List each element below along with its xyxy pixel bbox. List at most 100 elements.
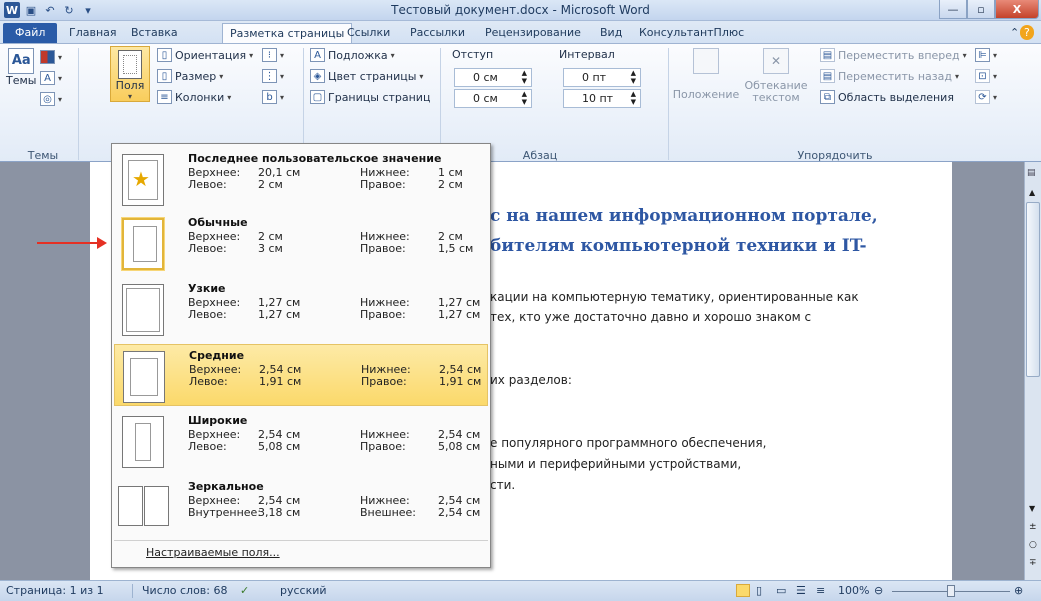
themes-group-label: Темы — [27, 149, 59, 162]
zoom-level[interactable]: 100% — [838, 584, 869, 597]
columns-label: Колонки — [175, 90, 225, 104]
scroll-thumb[interactable] — [1026, 202, 1040, 377]
spacing-before-input[interactable]: 0 пт ▲ ▼ — [563, 68, 641, 87]
minimize-button[interactable]: — — [939, 0, 967, 19]
rotate-button[interactable]: ⟳ ▾ — [975, 90, 997, 104]
orientation-icon: ▯ — [157, 48, 172, 62]
page-count-status[interactable]: Страница: 1 из 1 — [6, 584, 104, 597]
doc-heading-line2: бителям компьютерной техники и IT- — [490, 236, 867, 256]
margin-value: 1,91 см — [439, 375, 482, 388]
close-button[interactable]: X — [995, 0, 1039, 19]
line-numbers-button[interactable]: ⋮ ▾ — [262, 69, 284, 83]
theme-effects-icon: ◎ — [40, 92, 55, 106]
margin-value: 1,27 см — [438, 308, 481, 321]
margin-preset-moderate[interactable]: Средние Верхнее: 2,54 см Нижнее: 2,54 см Ле… — [114, 344, 488, 406]
page-color-button[interactable]: ◈ Цвет страницы ▾ — [310, 69, 423, 83]
margin-value: 1,27 см — [258, 308, 301, 321]
tab-file[interactable]: Файл — [3, 23, 58, 43]
theme-fonts-button[interactable]: A ▾ — [40, 71, 62, 85]
page-color-label: Цвет страницы — [328, 69, 417, 83]
theme-effects-button[interactable]: ◎ ▾ — [40, 92, 62, 106]
position-button[interactable]: Положение — [673, 48, 739, 101]
bring-forward-button[interactable]: ▤ Переместить вперед ▾ — [820, 48, 967, 62]
ribbon-tabs: Файл Главная Вставка Разметка страницы С… — [0, 21, 1041, 43]
group-icon: ⊡ — [975, 69, 990, 83]
margin-key: Правое: — [360, 308, 406, 321]
paragraph-group-label: Абзац — [522, 149, 558, 162]
spinner-icon[interactable]: ▲ ▼ — [522, 69, 527, 85]
tab-references[interactable]: Ссылки — [340, 23, 397, 43]
send-backward-button[interactable]: ▤ Переместить назад ▾ — [820, 69, 959, 83]
doc-text-line: ными и периферийными устройствами, — [490, 457, 742, 471]
page-borders-icon: ▢ — [310, 90, 325, 104]
themes-icon: Aa — [8, 48, 35, 74]
size-button[interactable]: ▯ Размер ▾ — [157, 69, 223, 83]
next-page-icon[interactable]: ∓ — [1029, 558, 1037, 568]
breaks-button[interactable]: ⁝ ▾ — [262, 48, 284, 62]
margin-preset-normal[interactable]: Обычные Верхнее: 2 см Нижнее: 2 см Левое: 3 … — [114, 212, 488, 274]
proofing-icon[interactable]: ✓ — [240, 584, 249, 597]
position-label: Положение — [672, 88, 740, 101]
align-button[interactable]: ⊫ ▾ — [975, 48, 997, 62]
full-screen-reading-icon[interactable]: ▯ — [756, 584, 762, 597]
margin-key: Правое: — [361, 375, 407, 388]
tab-view[interactable]: Вид — [593, 23, 629, 43]
themes-label: Темы — [6, 74, 37, 87]
draft-icon[interactable]: ≡ — [816, 584, 825, 597]
group-button[interactable]: ⊡ ▾ — [975, 69, 997, 83]
scroll-up-icon[interactable]: ▲ — [1029, 188, 1035, 197]
tab-mailings[interactable]: Рассылки — [403, 23, 472, 43]
orientation-button[interactable]: ▯ Ориентация ▾ — [157, 48, 253, 62]
indent-right-input[interactable]: 0 см ▲ ▼ — [454, 89, 532, 108]
vertical-scrollbar[interactable]: ▤ ▲ ▼ ± ○ ∓ — [1024, 162, 1041, 580]
print-layout-icon[interactable] — [736, 584, 750, 597]
tab-consultant[interactable]: КонсультантПлюс — [632, 23, 751, 43]
spacing-after-input[interactable]: 10 пт ▲ ▼ — [563, 89, 641, 108]
tab-insert[interactable]: Вставка — [124, 23, 185, 43]
margins-button[interactable]: Поля ▾ — [110, 46, 150, 102]
zoom-slider-thumb[interactable] — [947, 585, 955, 597]
themes-button[interactable]: Aa Темы — [6, 48, 36, 87]
margin-key: Правое: — [360, 440, 406, 453]
help-icon[interactable]: ? — [1020, 25, 1034, 40]
theme-colors-button[interactable]: ▾ — [40, 50, 62, 64]
page-borders-button[interactable]: ▢ Границы страниц — [310, 90, 430, 104]
outline-icon[interactable]: ☰ — [796, 584, 806, 597]
send-backward-icon: ▤ — [820, 69, 835, 83]
browse-object-icon[interactable]: ○ — [1029, 540, 1037, 550]
spinner-icon[interactable]: ▲ ▼ — [631, 69, 636, 85]
zoom-in-icon[interactable]: ⊕ — [1014, 584, 1023, 597]
margin-preset-mirrored[interactable]: Зеркальное Верхнее: 2,54 см Нижнее: 2,54 см… — [114, 476, 488, 538]
maximize-button[interactable]: ▫ — [967, 0, 995, 19]
tab-home[interactable]: Главная — [62, 23, 124, 43]
word-count-status[interactable]: Число слов: 68 — [142, 584, 228, 597]
wrap-text-button[interactable]: ✕ Обтекание текстом — [744, 48, 808, 104]
margin-preset-last-custom[interactable]: ★ Последнее пользовательское значение Ве… — [114, 148, 488, 210]
ruler-toggle-icon[interactable]: ▤ — [1027, 168, 1036, 178]
tab-page-layout[interactable]: Разметка страницы — [222, 23, 353, 43]
selection-pane-button[interactable]: ⧉ Область выделения — [820, 90, 954, 104]
margins-icon — [118, 50, 142, 79]
hyphenation-button[interactable]: b ▾ — [262, 90, 284, 104]
watermark-label: Подложка — [328, 48, 388, 62]
watermark-button[interactable]: A Подложка ▾ — [310, 48, 395, 62]
language-status[interactable]: русский — [280, 584, 327, 597]
margin-preset-wide[interactable]: Широкие Верхнее: 2,54 см Нижнее: 2,54 см Ле… — [114, 410, 488, 472]
web-layout-icon[interactable]: ▭ — [776, 584, 786, 597]
margin-preset-narrow[interactable]: Узкие Верхнее: 1,27 см Нижнее: 1,27 см Лево… — [114, 278, 488, 340]
margin-preset-name: Узкие — [188, 282, 226, 295]
indent-left-input[interactable]: 0 см ▲ ▼ — [454, 68, 532, 87]
prev-page-icon[interactable]: ± — [1029, 522, 1037, 532]
custom-margins-item[interactable]: Настраиваемые поля... — [146, 546, 280, 559]
zoom-out-icon[interactable]: ⊖ — [874, 584, 883, 597]
spinner-icon[interactable]: ▲ ▼ — [522, 90, 527, 106]
columns-button[interactable]: ≡ Колонки ▾ — [157, 90, 231, 104]
theme-colors-icon — [40, 50, 55, 64]
scroll-down-icon[interactable]: ▼ — [1029, 504, 1035, 513]
bring-forward-icon: ▤ — [820, 48, 835, 62]
breaks-icon: ⁝ — [262, 48, 277, 62]
tab-review[interactable]: Рецензирование — [478, 23, 588, 43]
spinner-icon[interactable]: ▲ ▼ — [631, 90, 636, 106]
doc-text-line: е популярного программного обеспечения, — [490, 436, 767, 450]
margin-key: Внутреннее: — [188, 506, 262, 519]
